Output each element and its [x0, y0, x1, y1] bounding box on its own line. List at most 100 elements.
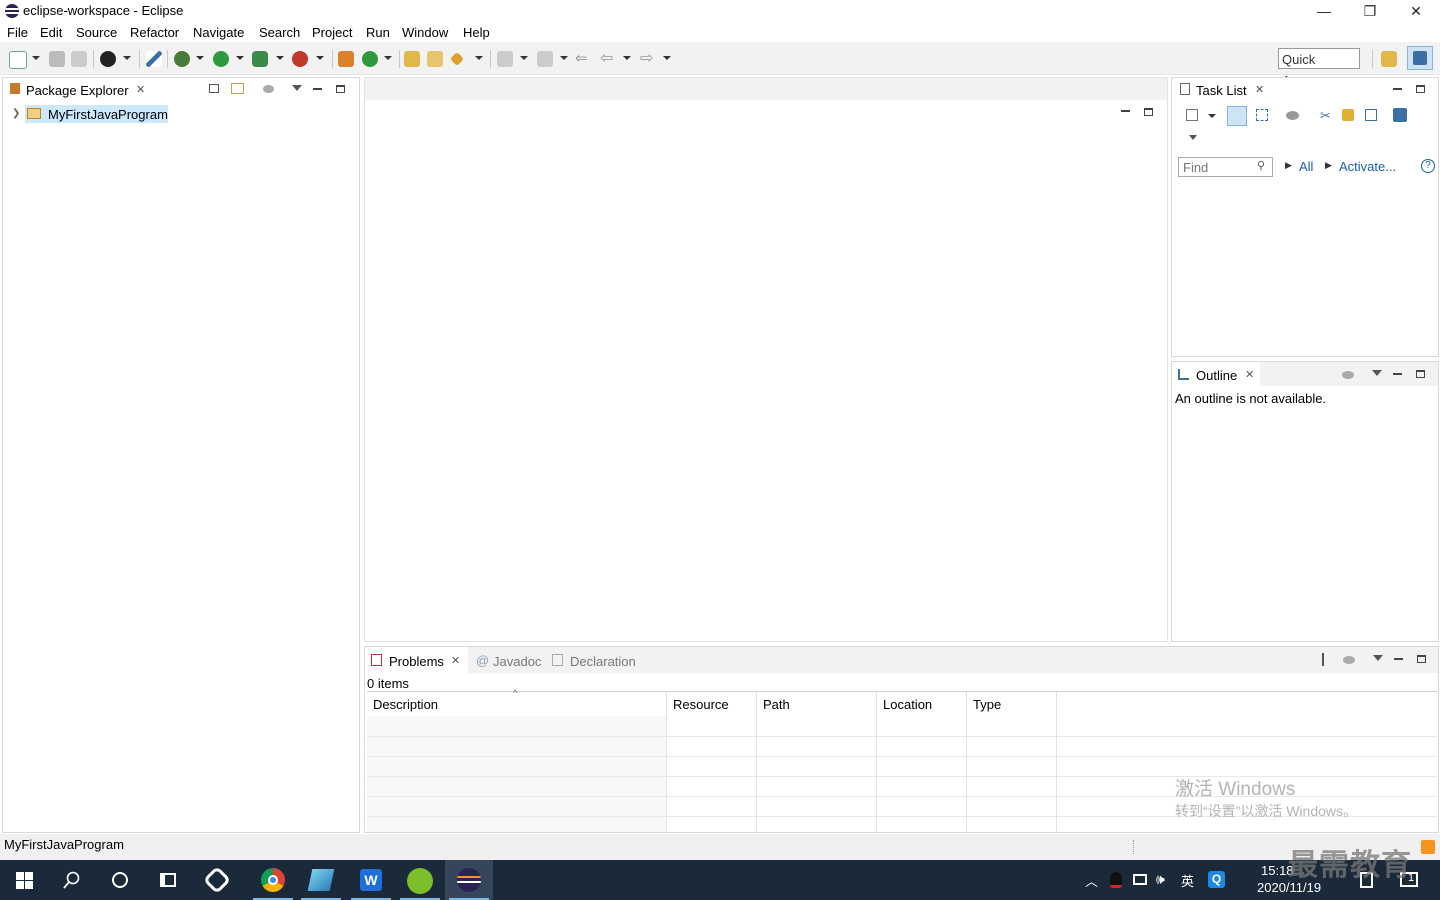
java-perspective-button[interactable] — [1407, 46, 1433, 70]
view-menu-icon[interactable] — [1373, 655, 1383, 661]
close-tab-icon[interactable]: ✕ — [451, 654, 460, 667]
close-tab-icon[interactable]: ✕ — [1245, 368, 1254, 381]
task-find-input[interactable] — [1183, 159, 1253, 175]
previous-annotation-dropdown-icon[interactable] — [560, 56, 568, 60]
new-icon[interactable] — [9, 51, 27, 69]
tree-item-project[interactable]: MyFirstJavaProgram — [25, 105, 168, 123]
menu-edit[interactable]: Edit — [40, 25, 62, 40]
save-all-icon[interactable] — [71, 51, 87, 67]
taskbar-app-wps[interactable]: W — [347, 860, 395, 900]
next-annotation-dropdown-icon[interactable] — [520, 56, 528, 60]
hide-completed-icon[interactable]: ✂ — [1320, 108, 1331, 124]
new-task-icon[interactable] — [1186, 109, 1198, 121]
collapse-all-icon[interactable] — [209, 84, 219, 93]
maximize-view-icon[interactable] — [1416, 85, 1425, 93]
menu-source[interactable]: Source — [76, 25, 117, 40]
new-task-dropdown-icon[interactable] — [1208, 114, 1216, 118]
new-class-dropdown-icon[interactable] — [384, 56, 392, 60]
new-java-class-icon[interactable] — [362, 51, 378, 67]
cortana-button[interactable] — [96, 860, 144, 900]
quick-access-field[interactable]: Quick Access — [1278, 48, 1360, 88]
profile-dropdown-icon[interactable] — [123, 56, 131, 60]
focus-on-task-icon[interactable] — [263, 85, 274, 93]
tree-expand-icon[interactable]: ❯ — [12, 108, 20, 119]
maximize-view-icon[interactable] — [1417, 655, 1426, 663]
task-find-field[interactable]: ⚲ — [1178, 157, 1273, 177]
taskbar-app-eclipse[interactable] — [445, 860, 493, 900]
open-type-icon[interactable] — [404, 51, 420, 67]
external-tools-dropdown-icon[interactable] — [316, 56, 324, 60]
column-resource[interactable]: Resource — [667, 692, 757, 716]
column-description[interactable]: Description — [367, 692, 667, 716]
synchronize-icon[interactable] — [1342, 109, 1354, 121]
profile-icon[interactable] — [100, 51, 116, 67]
column-path[interactable]: Path — [757, 692, 877, 716]
maximize-editor-icon[interactable] — [1144, 108, 1153, 116]
ime-indicator[interactable]: 英 — [1181, 871, 1194, 890]
declaration-tab[interactable]: Declaration — [570, 654, 636, 669]
scheduled-icon[interactable] — [1256, 109, 1268, 121]
coverage-dropdown-icon[interactable] — [276, 56, 284, 60]
connect-icon[interactable] — [1393, 108, 1407, 122]
back-icon[interactable]: ⇦ — [600, 48, 613, 68]
search-dropdown-icon[interactable] — [475, 56, 483, 60]
minimize-view-icon[interactable] — [313, 88, 322, 90]
minimize-view-icon[interactable] — [1394, 658, 1403, 660]
close-tab-icon[interactable]: ✕ — [1255, 83, 1264, 96]
taskbar-app-pinwheel[interactable] — [193, 860, 241, 900]
minimize-button[interactable]: — — [1301, 0, 1347, 22]
forward-dropdown-icon[interactable] — [663, 56, 671, 60]
focus-on-selection-icon[interactable] — [1310, 653, 1324, 666]
taskbar-app-notepad[interactable] — [297, 860, 345, 900]
javadoc-tab[interactable]: Javadoc — [493, 654, 541, 669]
previous-annotation-icon[interactable] — [537, 51, 553, 67]
close-tab-icon[interactable]: ✕ — [136, 83, 145, 96]
debug-icon[interactable] — [174, 51, 190, 67]
menu-search[interactable]: Search — [259, 25, 300, 40]
minimize-view-icon[interactable] — [1393, 88, 1402, 90]
outline-tab[interactable]: Outline — [1196, 368, 1237, 383]
qq-tray-icon[interactable] — [1110, 872, 1122, 888]
activate-link[interactable]: Activate... — [1339, 159, 1396, 174]
coverage-icon[interactable] — [252, 51, 268, 67]
save-icon[interactable] — [49, 51, 65, 67]
focus-icon[interactable] — [1342, 371, 1354, 379]
task-view-button[interactable] — [144, 860, 192, 900]
filter-all-link[interactable]: All — [1299, 159, 1313, 174]
minimize-view-icon[interactable] — [1393, 373, 1402, 375]
view-menu-icon[interactable] — [1372, 370, 1382, 376]
skip-breakpoints-icon[interactable] — [146, 51, 162, 67]
last-edit-location-icon[interactable]: ⇐ — [575, 49, 588, 67]
run-icon[interactable] — [213, 51, 229, 67]
open-perspective-icon[interactable] — [1381, 51, 1397, 67]
new-dropdown-icon[interactable] — [32, 56, 40, 60]
menu-navigate[interactable]: Navigate — [193, 25, 244, 40]
taskbar-app-green[interactable] — [396, 860, 444, 900]
network-icon[interactable] — [1133, 874, 1147, 885]
start-button[interactable] — [0, 860, 48, 900]
focus-icon[interactable] — [1286, 111, 1299, 120]
external-tools-icon[interactable] — [292, 51, 308, 67]
search-icon[interactable] — [449, 51, 465, 67]
menu-window[interactable]: Window — [402, 25, 448, 40]
task-list-tab[interactable]: Task List — [1196, 83, 1247, 98]
menu-refactor[interactable]: Refactor — [130, 25, 179, 40]
next-annotation-icon[interactable] — [497, 51, 513, 67]
run-dropdown-icon[interactable] — [236, 56, 244, 60]
menu-run[interactable]: Run — [366, 25, 390, 40]
maximize-view-icon[interactable] — [1416, 370, 1425, 378]
taskbar-app-chrome[interactable] — [249, 860, 297, 900]
minimize-editor-icon[interactable] — [1121, 110, 1130, 112]
view-menu-icon[interactable] — [292, 85, 302, 91]
browser-tray-icon[interactable]: Q — [1208, 871, 1225, 888]
restore-button[interactable]: ❐ — [1347, 0, 1393, 22]
maximize-view-icon[interactable] — [336, 85, 345, 93]
focus-icon[interactable] — [1343, 656, 1355, 664]
search-button[interactable] — [48, 860, 96, 900]
menu-file[interactable]: File — [7, 25, 28, 40]
volume-icon[interactable]: 🕪 — [1156, 871, 1165, 888]
menu-help[interactable]: Help — [463, 25, 490, 40]
collapse-all-icon[interactable] — [1365, 109, 1377, 121]
menu-project[interactable]: Project — [312, 25, 352, 40]
open-task-icon[interactable] — [427, 51, 443, 67]
